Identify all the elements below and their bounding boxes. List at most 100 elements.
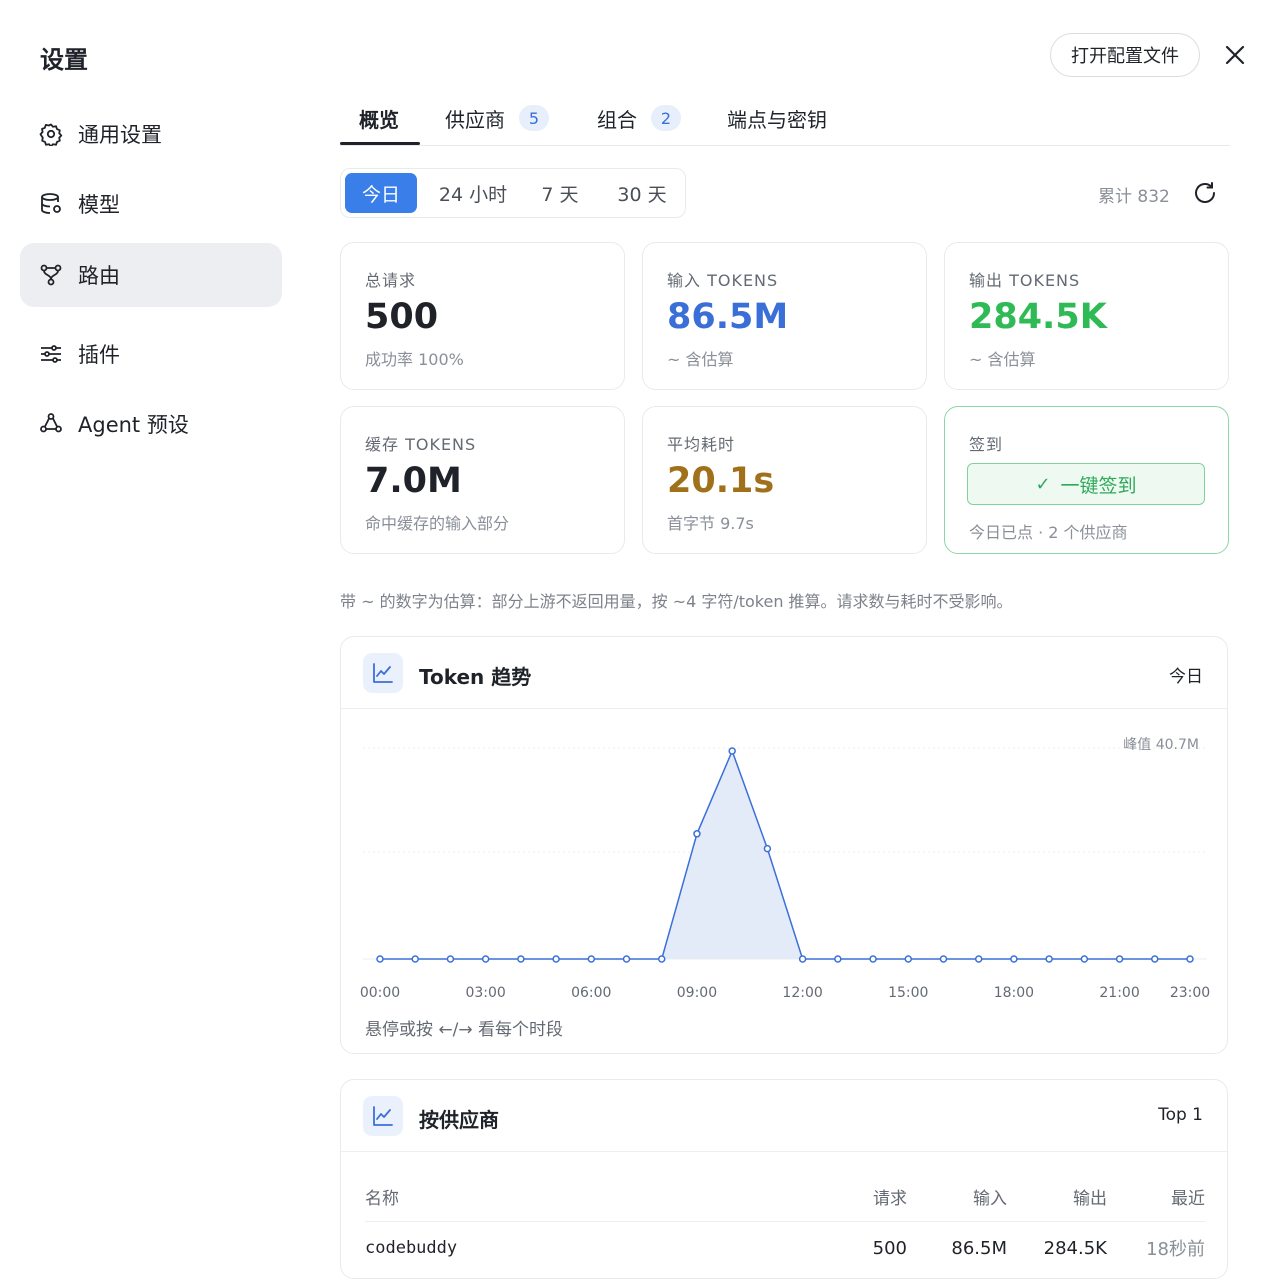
provider-name: codebuddy — [365, 1238, 458, 1258]
data-point — [1010, 955, 1018, 963]
x-tick-label: 23:00 — [1170, 985, 1210, 1001]
card-label: 输入 TOKENS — [667, 271, 779, 290]
route-icon — [38, 262, 64, 288]
card-value: 86.5M — [667, 297, 789, 337]
range-30d-button[interactable]: 30 天 — [603, 173, 681, 213]
time-range-selector: 今日 24 小时 7 天 30 天 — [340, 168, 686, 218]
card-value: 284.5K — [969, 297, 1107, 337]
series-area — [380, 751, 1190, 959]
provider-requests: 500 — [872, 1237, 907, 1259]
data-point — [1186, 955, 1194, 963]
card-subtext: 今日已点 · 2 个供应商 — [969, 523, 1128, 542]
table-header: 名称 请求 输入 输出 最近 — [365, 1170, 1205, 1222]
panel-header: Token 趋势 今日 — [341, 637, 1227, 709]
data-point — [622, 955, 631, 963]
panel-title: Token 趋势 — [419, 665, 532, 689]
data-point — [728, 747, 736, 755]
top-n-label: Top 1 — [1158, 1105, 1203, 1125]
output-tokens-card: 输出 TOKENS 284.5K ~ 含估算 — [944, 242, 1229, 390]
line-chart-icon — [363, 653, 403, 693]
data-point — [869, 955, 877, 963]
x-tick-label: 06:00 — [571, 985, 611, 1001]
x-tick-label: 18:00 — [994, 985, 1034, 1001]
data-point — [1045, 955, 1053, 963]
tab-label: 端点与密钥 — [727, 107, 827, 132]
x-tick-label: 12:00 — [782, 985, 822, 1001]
card-label: 输出 TOKENS — [969, 271, 1081, 290]
estimate-footnote: 带 ~ 的数字为估算：部分上游不返回用量，按 ~4 字符/token 推算。请求… — [340, 592, 1013, 611]
tab-overview[interactable]: 概览 — [359, 90, 399, 146]
column-header: 请求 — [873, 1188, 907, 1209]
tab-label: 组合 — [597, 107, 637, 132]
data-point — [481, 955, 490, 963]
panel-range-label: 今日 — [1169, 667, 1203, 687]
card-value: 7.0M — [365, 461, 462, 501]
panel-title: 按供应商 — [419, 1108, 499, 1132]
count-badge: 2 — [651, 105, 681, 131]
data-point — [693, 830, 701, 838]
sidebar-item-general[interactable]: 通用设置 — [20, 102, 282, 166]
x-tick-label: 09:00 — [677, 985, 717, 1001]
card-label: 平均耗时 — [667, 435, 736, 454]
card-subtext: 首字节 9.7s — [667, 514, 754, 533]
card-value: 20.1s — [667, 461, 775, 501]
one-click-checkin-button[interactable]: ✓ 一键签到 — [967, 463, 1205, 505]
peak-label: 峰值 40.7M — [1123, 737, 1199, 753]
data-point — [1080, 955, 1089, 963]
tab-combos[interactable]: 组合 2 — [597, 90, 681, 146]
gear-icon — [38, 121, 64, 147]
x-tick-label: 00:00 — [360, 985, 400, 1001]
open-config-button[interactable]: 打开配置文件 — [1050, 33, 1200, 77]
range-7d-button[interactable]: 7 天 — [527, 173, 593, 213]
data-point — [763, 844, 772, 853]
input-tokens-card: 输入 TOKENS 86.5M ~ 含估算 — [642, 242, 927, 390]
data-point — [1115, 955, 1124, 963]
range-today-button[interactable]: 今日 — [345, 173, 417, 213]
close-icon[interactable] — [1220, 40, 1250, 70]
tab-label: 供应商 — [445, 107, 505, 132]
sidebar-item-models[interactable]: 模型 — [20, 172, 282, 236]
data-point — [587, 955, 596, 963]
sliders-icon — [38, 341, 64, 367]
agent-icon — [38, 411, 64, 437]
card-subtext: 成功率 100% — [365, 350, 464, 369]
sidebar-item-label: 通用设置 — [78, 123, 162, 147]
card-subtext: ~ 含估算 — [969, 350, 1036, 369]
token-trend-chart[interactable]: 00:00 03:00 06:00 09:00 12:00 15:00 18:00 21:00… — [341, 709, 1229, 1009]
checkin-button-label: 一键签到 — [1060, 474, 1137, 497]
provider-output: 284.5K — [1043, 1237, 1107, 1259]
column-header: 输出 — [1073, 1188, 1107, 1209]
column-header: 输入 — [973, 1188, 1007, 1209]
database-icon — [38, 191, 64, 217]
cache-tokens-card: 缓存 TOKENS 7.0M 命中缓存的输入部分 — [340, 406, 625, 554]
sidebar-item-routing[interactable]: 路由 — [20, 243, 282, 307]
panel-header: 按供应商 Top 1 — [341, 1080, 1227, 1152]
data-point — [834, 955, 842, 963]
page-title: 设置 — [40, 46, 88, 74]
card-value: 500 — [365, 297, 439, 337]
data-point — [939, 955, 948, 963]
tab-bar: 概览 供应商 5 组合 2 端点与密钥 — [340, 90, 1230, 146]
card-subtext: ~ 含估算 — [667, 350, 734, 369]
card-label: 签到 — [969, 435, 1004, 454]
range-24h-button[interactable]: 24 小时 — [425, 173, 521, 213]
column-header: 名称 — [365, 1188, 399, 1209]
x-tick-label: 03:00 — [465, 985, 505, 1001]
checkin-card: 签到 ✓ 一键签到 今日已点 · 2 个供应商 — [944, 406, 1229, 554]
sidebar-item-label: 路由 — [78, 264, 120, 288]
tab-providers[interactable]: 供应商 5 — [445, 90, 549, 146]
sidebar-item-agent-presets[interactable]: Agent 预设 — [20, 392, 282, 456]
card-label: 总请求 — [365, 271, 417, 290]
column-header: 最近 — [1171, 1188, 1205, 1209]
sidebar-item-plugins[interactable]: 插件 — [20, 322, 282, 386]
provider-recent: 18秒前 — [1146, 1239, 1205, 1260]
tab-endpoints-keys[interactable]: 端点与密钥 — [727, 90, 827, 146]
data-point — [1151, 955, 1159, 963]
data-point — [376, 955, 384, 963]
data-point — [552, 955, 560, 963]
refresh-icon[interactable] — [1192, 180, 1218, 206]
table-row[interactable]: codebuddy 500 86.5M 284.5K 18秒前 — [365, 1222, 1205, 1274]
data-point — [446, 955, 455, 963]
tab-active-indicator — [340, 142, 420, 145]
data-point — [517, 955, 525, 963]
